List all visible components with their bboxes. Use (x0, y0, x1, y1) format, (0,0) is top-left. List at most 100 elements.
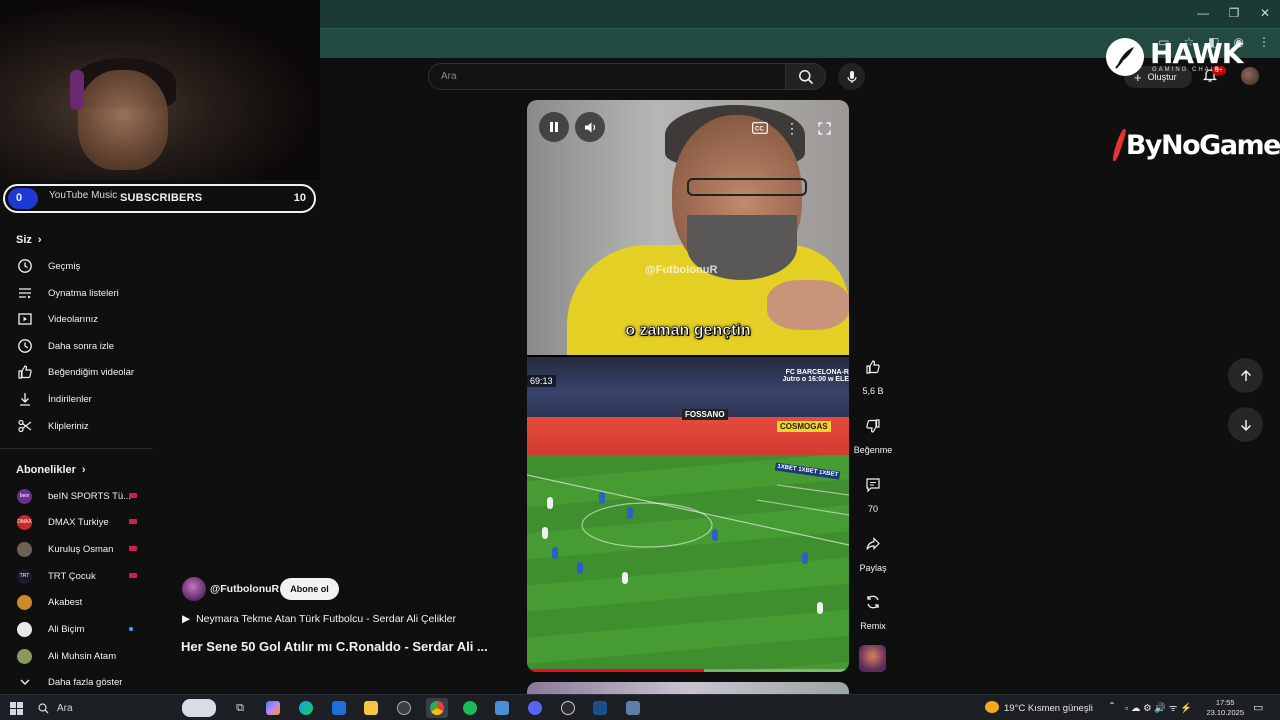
comments-button[interactable]: 70 (856, 469, 890, 514)
like-button[interactable]: 5,6 B (856, 351, 890, 396)
tray-icons[interactable]: ▫ ☁ ⚙ 🔊 ᯤ ⚡ (1125, 701, 1192, 714)
app-button[interactable] (491, 698, 513, 718)
subscriber-count-start: 0 (8, 188, 38, 209)
previous-short-button[interactable] (1228, 358, 1263, 393)
sidebar-item-your-videos[interactable]: Videolarınız (0, 306, 155, 332)
sidebar-item-subscription[interactable]: Kuruluş Osman (0, 536, 155, 562)
arrow-down-icon (1240, 419, 1251, 431)
obs-button[interactable] (557, 698, 579, 718)
bynogame-flame-icon (1110, 129, 1128, 161)
sidebar-item-playlists[interactable]: Oynatma listeleri (0, 280, 155, 306)
spotify-icon (463, 701, 477, 715)
steam-button[interactable] (589, 698, 611, 718)
search-button[interactable] (786, 63, 826, 90)
sidebar-item-label: TRT Çocuk (48, 570, 96, 582)
more-options-button[interactable]: ⋮ (782, 118, 802, 138)
channel-handle[interactable]: @FutbolonuR (210, 583, 279, 595)
minimize-button[interactable]: — (1188, 6, 1218, 20)
sidebar-item-subscription[interactable]: Ali Muhsin Atam (0, 643, 155, 669)
sidebar-item-subscription[interactable]: bein beIN SPORTS Tü... (0, 483, 155, 509)
pause-icon (550, 122, 558, 132)
volume-button[interactable] (575, 112, 605, 142)
comment-icon (857, 469, 889, 501)
show-more-label: Daha fazla göster (48, 676, 123, 688)
show-more-button[interactable]: Daha fazla göster (0, 669, 155, 695)
task-view-button[interactable]: ⧉ (229, 698, 251, 718)
channel-avatar[interactable] (182, 577, 206, 601)
pause-button[interactable] (539, 112, 569, 142)
share-button[interactable]: Paylaş (856, 528, 890, 573)
sound-thumbnail[interactable] (859, 645, 886, 672)
board-cosmogas: COSMOGAS (777, 421, 831, 432)
watch-later-icon (16, 337, 34, 355)
related-video-title: Neymara Tekme Atan Türk Futbolcu - Serda… (196, 613, 456, 625)
channel-avatar (17, 621, 32, 637)
weather-icon (985, 701, 999, 713)
voice-search-button[interactable] (838, 63, 865, 90)
restore-button[interactable]: ❐ (1219, 6, 1249, 20)
copilot-button[interactable] (262, 698, 284, 718)
sidebar-item-subscription[interactable]: TRT TRT Çocuk (0, 563, 155, 589)
webcam-face (78, 70, 168, 170)
scorebug-line-2: Jutro o 16:00 w ELE (782, 376, 849, 383)
windows-logo-icon (9, 701, 23, 715)
sidebar-item-history[interactable]: Geçmiş (0, 253, 155, 279)
next-short-preview[interactable] (527, 682, 849, 694)
discord-button[interactable] (524, 698, 546, 718)
captions-button[interactable]: CC (750, 118, 770, 138)
windows-taskbar: Ara ⧉ 19°C Kısmen güneşli ⌃ ▫ ☁ ⚙ 🔊 ᯤ ⚡ … (0, 694, 1280, 720)
edge-icon (299, 701, 313, 715)
sidebar-item-label: Ali Biçim (48, 623, 85, 635)
sidebar-item-subscription[interactable]: Akabest (0, 589, 155, 615)
channel-avatar: DMAX (17, 514, 32, 530)
sidebar-item-watch-later[interactable]: Daha sonra izle (0, 333, 155, 359)
start-button[interactable] (5, 698, 27, 718)
shorts-video-player[interactable]: @FutbolonuR o zaman gençtin 69:13 FC BAR… (527, 100, 849, 672)
calculator-button[interactable] (622, 698, 644, 718)
chevron-right-icon: › (37, 234, 42, 246)
close-window-button[interactable]: ✕ (1250, 6, 1280, 20)
channel-avatar: TRT (17, 568, 32, 584)
hawk-subtitle: GAMING CHAIR (1152, 67, 1221, 73)
system-clock[interactable]: 17:55 23.10.2025 (1206, 698, 1244, 718)
fullscreen-button[interactable] (814, 118, 834, 138)
calculator-icon (626, 701, 640, 715)
live-indicator-icon (129, 519, 137, 524)
file-explorer-button[interactable] (360, 698, 382, 718)
edge-button[interactable] (295, 698, 317, 718)
remix-button[interactable]: Remix (856, 586, 890, 631)
taskbar-search-placeholder: Ara (57, 702, 73, 714)
remix-label: Remix (860, 621, 886, 631)
sidebar-item-downloads[interactable]: İndirilenler (0, 386, 155, 412)
subscriptions-heading: Abonelikler (16, 464, 76, 476)
related-video-link[interactable]: ▶ Neymara Tekme Atan Türk Futbolcu - Ser… (182, 613, 456, 625)
channel-avatar: bein (17, 488, 32, 504)
you-section-header[interactable]: Siz › (16, 234, 42, 246)
search-input[interactable]: Ara (428, 63, 786, 90)
xbox-button[interactable] (393, 698, 415, 718)
search-icon (798, 69, 813, 84)
short-title: Her Sene 50 Gol Atılır mı C.Ronaldo - Se… (181, 639, 488, 654)
chrome-button[interactable] (426, 698, 448, 718)
subscriptions-section-header[interactable]: Abonelikler › (16, 464, 86, 476)
sidebar-item-clips[interactable]: Klipleriniz (0, 413, 155, 439)
video-progress-bar[interactable] (527, 669, 849, 672)
notification-center-icon[interactable]: ▭ (1253, 701, 1263, 714)
weather-text[interactable]: 19°C Kısmen güneşli (1004, 703, 1093, 714)
chevron-right-icon: › (81, 464, 86, 476)
next-short-button[interactable] (1228, 407, 1263, 442)
outlook-button[interactable] (328, 698, 350, 718)
sidebar-item-liked-videos[interactable]: Beğendiğim videolar (0, 359, 155, 385)
webcam-headset (70, 70, 84, 110)
subscribe-button[interactable]: Abone ol (280, 578, 339, 600)
remix-icon (857, 586, 889, 618)
footballer (622, 572, 628, 584)
channel-avatar (17, 594, 32, 610)
spotify-button[interactable] (459, 698, 481, 718)
tray-chevron-up-icon[interactable]: ⌃ (1108, 701, 1116, 712)
sidebar-item-subscription[interactable]: Ali Biçim (0, 616, 155, 642)
dislike-button[interactable]: Beğenme (854, 410, 892, 455)
taskbar-search-input[interactable]: Ara (30, 698, 220, 718)
sidebar-item-subscription[interactable]: DMAX DMAX Turkiye (0, 509, 155, 535)
sidebar-item-label: DMAX Turkiye (48, 516, 109, 528)
